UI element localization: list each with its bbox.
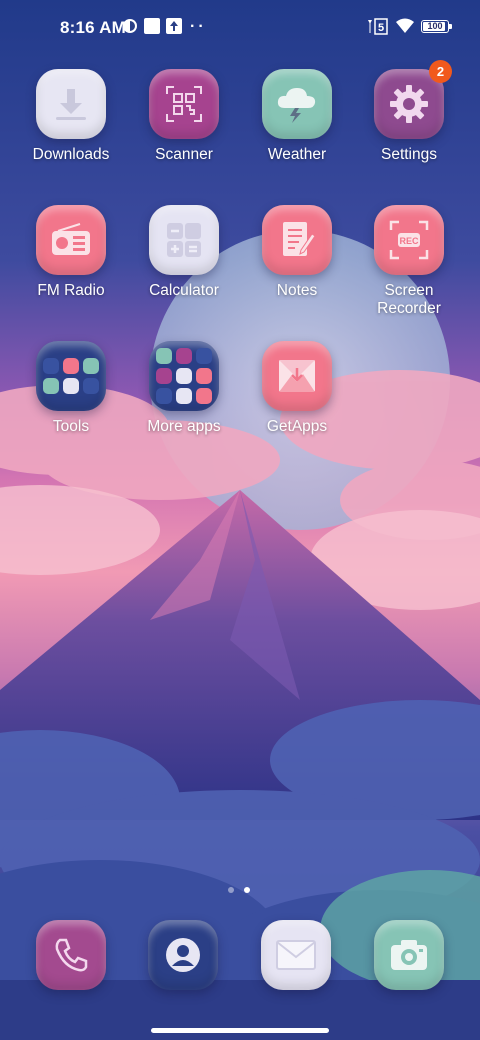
app-getapps[interactable]: GetApps [241, 341, 353, 436]
upload-icon [166, 18, 182, 34]
battery-tip [449, 24, 452, 29]
dock-phone[interactable] [36, 920, 106, 990]
dock-camera[interactable] [374, 920, 444, 990]
notes-icon [262, 205, 332, 275]
app-scanner[interactable]: Scanner [128, 69, 240, 164]
cloud-lightning-icon [262, 69, 332, 139]
home-indicator[interactable] [151, 1028, 329, 1033]
app-label: Notes [276, 282, 318, 299]
app-label: Settings [380, 146, 437, 163]
app-label: Scanner [155, 146, 213, 163]
page-dot-active[interactable] [244, 887, 251, 893]
app-label: Downloads [32, 146, 110, 163]
app-label: Weather [267, 146, 327, 163]
signal-label: 5 [378, 22, 384, 34]
app-notes[interactable]: Notes [241, 205, 353, 300]
app-screen-recorder[interactable]: REC Screen Recorder [353, 205, 465, 318]
dock-contacts[interactable] [148, 920, 218, 990]
folder-more-apps[interactable]: More apps [128, 341, 240, 436]
battery-level: 100 [427, 21, 443, 31]
calculator-icon [149, 205, 219, 275]
more-dots-icon: ·· [190, 18, 207, 35]
clock: 8:16 AM [60, 18, 126, 37]
app-calculator[interactable]: Calculator [128, 205, 240, 300]
page-indicator[interactable] [228, 880, 256, 898]
download-icon [36, 69, 106, 139]
app-settings[interactable]: 2 Settings [353, 60, 465, 164]
svg-text:REC: REC [399, 236, 419, 246]
mail-icon [276, 940, 316, 970]
app-label: Recorder [377, 300, 441, 317]
app-label: More apps [147, 418, 221, 435]
signal-icon: 5 [368, 18, 388, 35]
dock-messages[interactable] [261, 920, 331, 990]
app-downloads[interactable]: Downloads [15, 69, 127, 164]
app-label: GetApps [266, 418, 328, 435]
screen-record-icon: REC [374, 205, 444, 275]
contact-icon [166, 938, 200, 972]
wifi-icon [396, 18, 414, 33]
app-label: FM Radio [37, 282, 105, 299]
app-fm-radio[interactable]: FM Radio [15, 205, 127, 300]
status-bar: 8:16 AM ·· 5 100 [0, 0, 480, 56]
radio-icon [36, 205, 106, 275]
notification-square-icon [144, 18, 160, 34]
folder-icon [149, 341, 219, 411]
folder-icon [36, 341, 106, 411]
app-label: Screen [384, 282, 434, 299]
getapps-icon [262, 341, 332, 411]
app-label: Calculator [149, 282, 219, 299]
camera-icon [391, 940, 427, 970]
app-label: Tools [52, 418, 90, 435]
vpn-icon [123, 19, 137, 33]
page-dot[interactable] [228, 887, 234, 893]
phone-icon [55, 938, 88, 972]
battery-icon: 100 [421, 20, 449, 33]
folder-tools[interactable]: Tools [15, 341, 127, 436]
notification-badge: 2 [429, 60, 452, 83]
qr-scan-icon [149, 69, 219, 139]
gear-icon: 2 [374, 60, 452, 139]
app-weather[interactable]: Weather [241, 69, 353, 164]
